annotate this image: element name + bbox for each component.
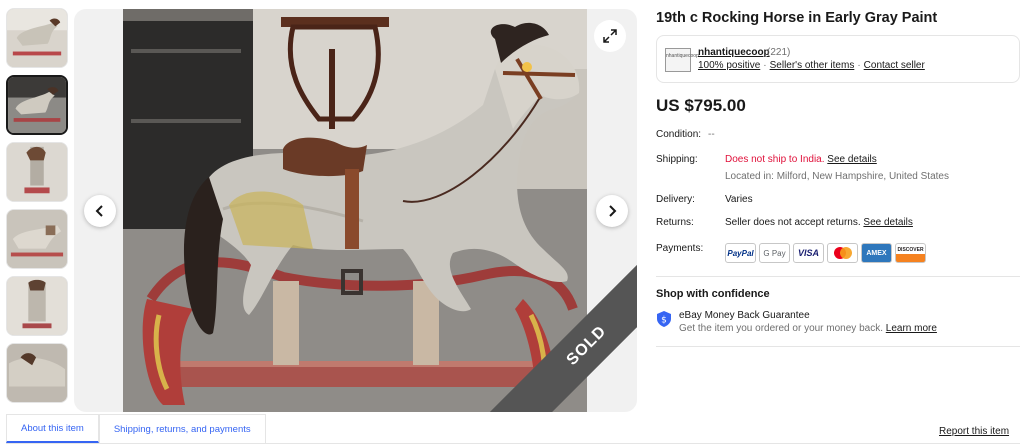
contact-seller-link[interactable]: Contact seller (864, 60, 925, 71)
discover-icon: DISCOVER (895, 243, 926, 263)
returns-label: Returns: (656, 217, 694, 228)
mastercard-circles-icon (833, 247, 852, 259)
payments-label: Payments: (656, 243, 704, 254)
visa-icon: VISA (793, 243, 824, 263)
seller-card: nhantiquecoop nhantiquecoop (221) 100% p… (656, 35, 1020, 83)
delivery-value: Varies (725, 194, 753, 205)
thumbnail-strip (6, 8, 70, 411)
amex-icon: AMEX (861, 243, 892, 263)
tabs-baseline (6, 443, 1020, 444)
thumbnail-5[interactable] (6, 276, 68, 336)
shield-dollar-icon: $ (657, 311, 671, 327)
item-price: US $795.00 (656, 96, 746, 115)
panel-bottom-divider (656, 346, 1020, 347)
returns-value: Seller does not accept returns. (725, 217, 861, 228)
thumbnail-6-image (7, 344, 67, 402)
previous-image-button[interactable] (84, 195, 116, 227)
chevron-left-icon (95, 205, 103, 217)
thumbnail-1-image (7, 9, 67, 67)
tab-about-this-item[interactable]: About this item (6, 414, 99, 443)
shipping-label: Shipping: (656, 154, 698, 165)
returns-value-row: Seller does not accept returns. See deta… (725, 217, 913, 228)
seller-logo[interactable]: nhantiquecoop (665, 48, 699, 72)
delivery-label: Delivery: (656, 194, 695, 205)
thumbnail-1[interactable] (6, 8, 68, 68)
thumbnail-2[interactable] (6, 75, 68, 135)
seller-name-link[interactable]: nhantiquecoop (698, 47, 770, 58)
mastercard-icon (827, 243, 858, 263)
main-image-viewer: SOLD (74, 9, 637, 412)
google-pay-icon: G Pay (759, 243, 790, 263)
tab-shipping-returns-payments[interactable]: Shipping, returns, and payments (98, 414, 266, 443)
seller-links: 100% positive · Seller's other items · Conta… (698, 60, 925, 71)
expand-image-button[interactable] (594, 20, 626, 52)
sold-ribbon-container: SOLD (487, 262, 637, 412)
item-location: Located in: Milford, New Hampshire, Unit… (725, 171, 949, 182)
expand-icon (603, 29, 617, 43)
item-title: 19th c Rocking Horse in Early Gray Paint (656, 10, 938, 26)
payment-methods: PayPal G Pay VISA AMEX DISCOVER (725, 243, 926, 263)
money-back-guarantee-title: eBay Money Back Guarantee (679, 310, 810, 321)
thumbnail-2-image (8, 77, 66, 133)
shop-with-confidence-title: Shop with confidence (656, 288, 770, 300)
money-back-guarantee-description: Get the item you ordered or your money b… (679, 323, 937, 334)
learn-more-link[interactable]: Learn more (886, 323, 937, 334)
next-image-button[interactable] (596, 195, 628, 227)
item-tabs: About this item Shipping, returns, and p… (6, 414, 266, 445)
returns-see-details-link[interactable]: See details (863, 217, 912, 228)
sold-ribbon: SOLD (487, 262, 637, 412)
report-item-link[interactable]: Report this item (939, 426, 1009, 437)
shipping-value-row: Does not ship to India. See details (725, 154, 877, 165)
seller-positive-link[interactable]: 100% positive (698, 60, 760, 71)
condition-label: Condition: (656, 129, 702, 140)
separator-dot: · (857, 60, 861, 71)
svg-text:$: $ (661, 316, 667, 326)
shipping-value: Does not ship to India. (725, 154, 825, 165)
paypal-icon: PayPal (725, 243, 756, 263)
chevron-right-icon (609, 205, 617, 217)
section-divider (656, 276, 1020, 277)
condition-value: -- (708, 129, 715, 140)
seller-other-items-link[interactable]: Seller's other items (770, 60, 855, 71)
shipping-see-details-link[interactable]: See details (827, 154, 876, 165)
thumbnail-4-image (7, 210, 67, 268)
thumbnail-5-image (7, 277, 67, 335)
thumbnail-6[interactable] (6, 343, 68, 403)
thumbnail-3[interactable] (6, 142, 68, 202)
seller-feedback-count: (221) (767, 47, 791, 58)
separator-dot: · (763, 60, 767, 71)
thumbnail-4[interactable] (6, 209, 68, 269)
guarantee-description-text: Get the item you ordered or your money b… (679, 323, 883, 334)
thumbnail-3-image (7, 143, 67, 201)
